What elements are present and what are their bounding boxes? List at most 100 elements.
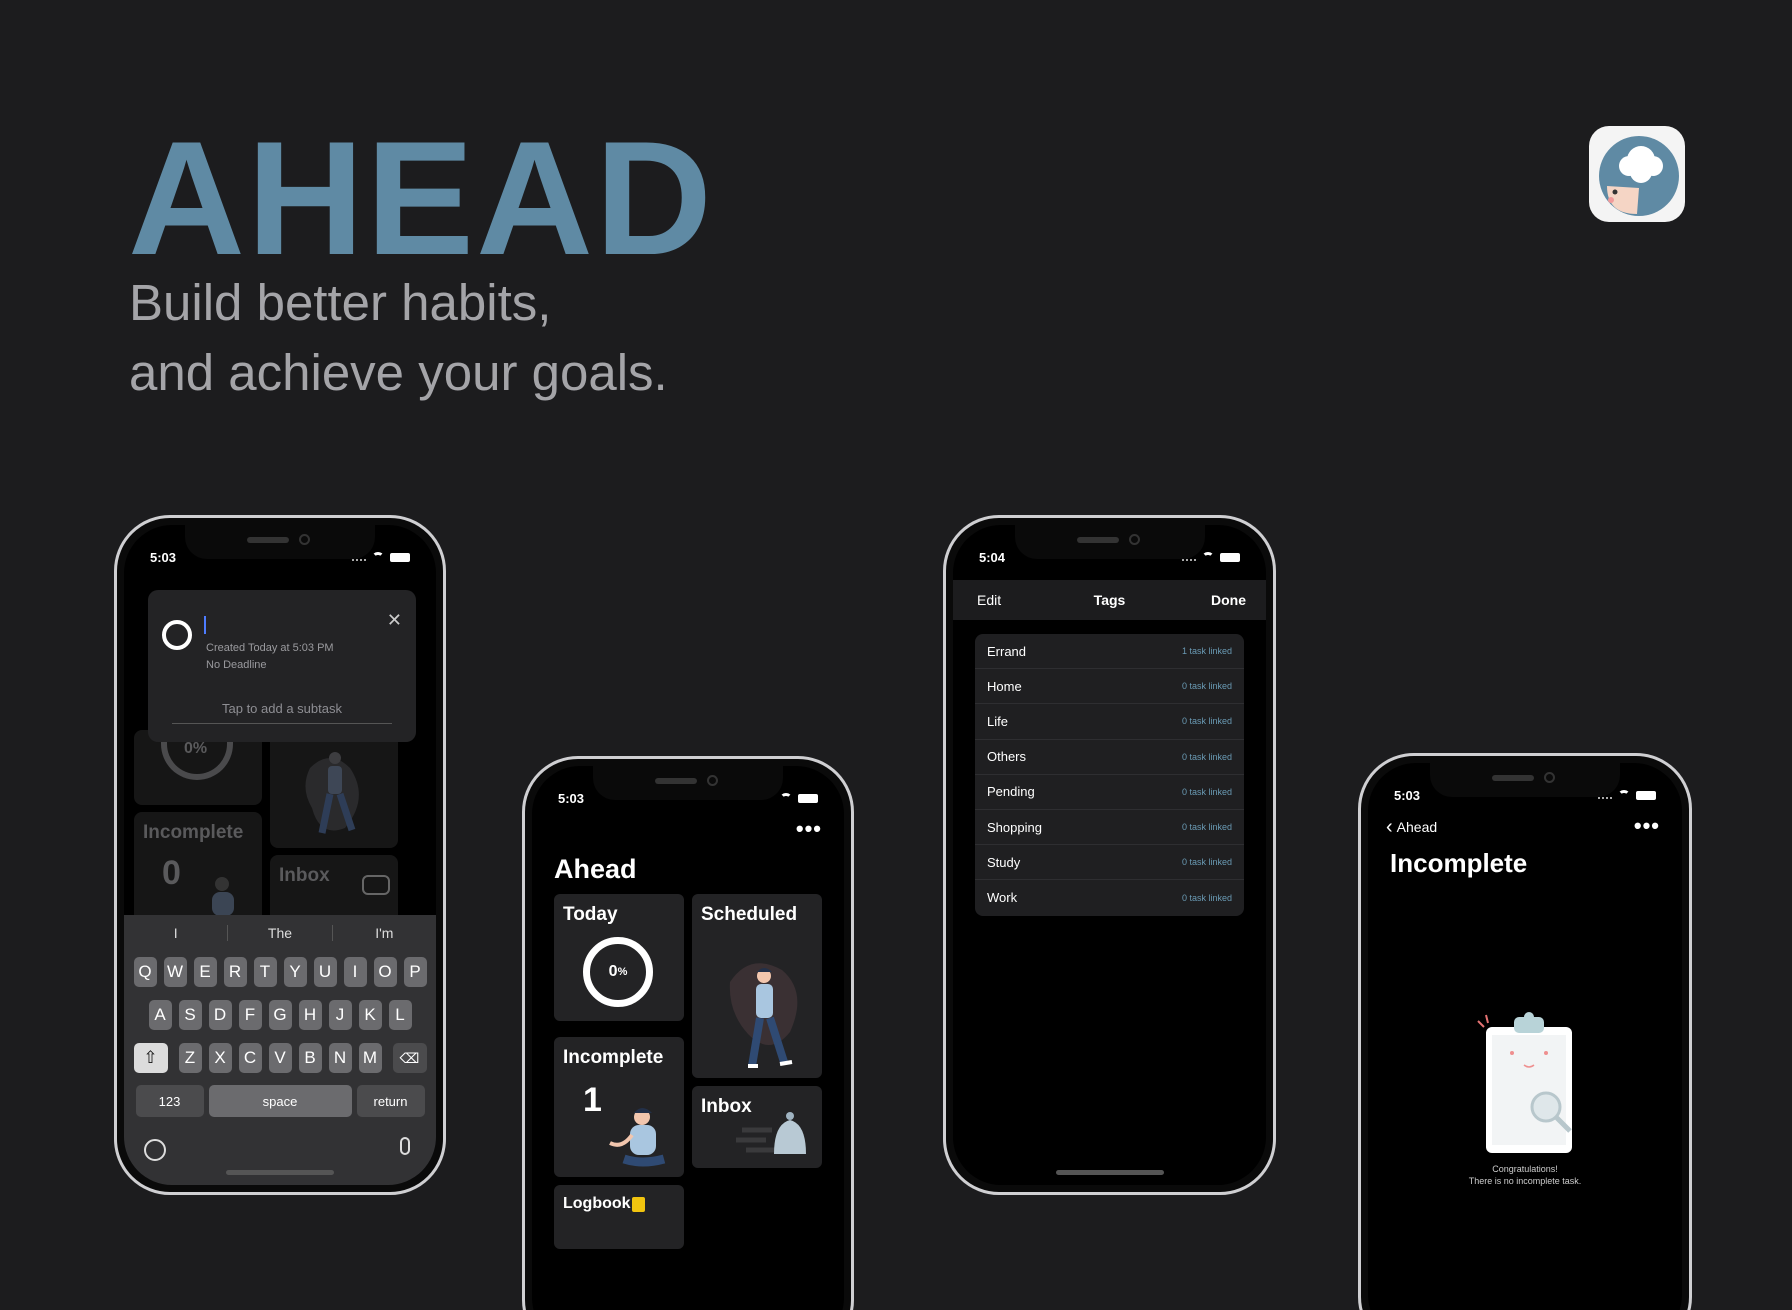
today-progress-ring: 0% [583,937,653,1007]
suggestion-1[interactable]: I [124,925,229,941]
logbook-card[interactable]: Logbook [554,1185,684,1249]
tagline-line-1: Build better habits, [129,274,552,331]
scheduled-card[interactable]: Scheduled [692,894,822,1078]
home-indicator [226,1170,334,1175]
key-j[interactable]: J [328,1000,352,1030]
status-time: 5:04 [979,550,1006,565]
battery-icon [390,552,410,562]
logbook-label: Logbook [563,1195,631,1212]
space-key[interactable]: space [208,1085,352,1117]
tag-row[interactable]: Study 0 task linked [975,845,1244,881]
key-s[interactable]: S [178,1000,202,1030]
phone-new-task: 5:03 0% Incomplete 0 Inbox ✕ Created Tod… [114,515,446,1195]
signal-icon [352,553,366,561]
key-x[interactable]: X [208,1043,232,1073]
key-e[interactable]: E [193,957,217,987]
back-button[interactable]: ‹ Ahead [1386,817,1437,837]
key-k[interactable]: K [358,1000,382,1030]
key-f[interactable]: F [238,1000,262,1030]
clipboard-magnifier-illustration [1477,1012,1572,1153]
signal-icon [1182,553,1196,561]
emoji-icon[interactable] [144,1139,166,1161]
key-g[interactable]: G [268,1000,292,1030]
shift-key[interactable]: ⇧ [133,1043,168,1073]
tag-row[interactable]: Work 0 task linked [975,880,1244,915]
empty-state-message: Congratulations! There is no incomplete … [1368,1163,1682,1187]
phone-dashboard: 5:03 ••• Ahead Today 0% Scheduled Incomp… [522,756,854,1310]
tag-name: Work [987,890,1018,906]
key-z[interactable]: Z [178,1043,202,1073]
task-deadline-text[interactable]: No Deadline [206,659,267,671]
key-t[interactable]: T [253,957,277,987]
tag-name: Study [987,854,1021,870]
phone-tags: 5:04 Edit Tags Done Errand 1 task linked H… [943,515,1276,1195]
walking-person-illustration [729,963,798,1068]
key-l[interactable]: L [388,1000,412,1030]
tag-name: Errand [987,643,1027,659]
tag-row[interactable]: Life 0 task linked [975,704,1244,740]
incomplete-card[interactable]: Incomplete 1 [554,1037,684,1177]
page-title: Incomplete [1390,848,1528,878]
chevron-left-icon: ‹ [1386,816,1393,838]
tag-row[interactable]: Others 0 task linked [975,740,1244,775]
return-key[interactable]: return [356,1085,425,1117]
incomplete-count: 1 [583,1081,602,1119]
tag-row[interactable]: Errand 1 task linked [975,634,1244,670]
phone-incomplete: 5:03 ‹ Ahead ••• Incomplete Congratulati… [1358,753,1692,1310]
edit-button[interactable]: Edit [977,592,1001,608]
tag-linked-count: 0 task linked [1181,751,1232,762]
key-h[interactable]: H [298,1000,322,1030]
today-label: Today [563,904,618,925]
key-b[interactable]: B [298,1043,322,1073]
battery-icon [1636,790,1656,800]
key-y[interactable]: Y [283,957,307,987]
microphone-icon[interactable] [400,1137,410,1155]
back-label: Ahead [1396,819,1438,835]
tag-linked-count: 0 task linked [1181,716,1232,727]
add-subtask-button[interactable]: Tap to add a subtask [148,701,416,716]
done-button[interactable]: Done [1211,592,1246,608]
key-p[interactable]: P [403,957,427,987]
tag-linked-count: 0 task linked [1181,786,1232,797]
key-w[interactable]: W [163,957,187,987]
sitting-person-illustration [609,1108,666,1167]
status-time: 5:03 [558,791,585,806]
tag-row[interactable]: Pending 0 task linked [975,775,1244,810]
numbers-key[interactable]: 123 [135,1085,204,1117]
close-icon[interactable]: ✕ [387,610,402,631]
key-q[interactable]: Q [133,957,157,987]
tag-linked-count: 0 task linked [1181,681,1232,692]
key-r[interactable]: R [223,957,247,987]
task-complete-checkbox[interactable] [162,620,192,650]
suggestion-3[interactable]: I'm [333,925,436,941]
suggestion-2[interactable]: The [228,925,333,941]
status-bar: 5:03 [1368,788,1682,806]
phone-screen: 5:04 Edit Tags Done Errand 1 task linked H… [953,525,1266,1185]
today-card[interactable]: Today 0% [554,894,684,1021]
key-d[interactable]: D [208,1000,232,1030]
key-n[interactable]: N [328,1043,352,1073]
more-options-icon[interactable]: ••• [796,818,822,840]
signal-icon [1598,791,1612,799]
key-u[interactable]: U [313,957,337,987]
keyboard-suggestions: I The I'm [124,915,436,951]
more-options-icon[interactable]: ••• [1634,815,1660,837]
tag-row[interactable]: Shopping 0 task linked [975,810,1244,846]
tag-row[interactable]: Home 0 task linked [975,669,1244,705]
inbox-card[interactable]: Inbox [692,1086,822,1168]
phone-screen: 5:03 0% Incomplete 0 Inbox ✕ Created Tod… [124,525,436,1185]
key-m[interactable]: M [358,1043,382,1073]
key-o[interactable]: O [373,957,397,987]
tag-name: Pending [987,784,1035,800]
key-a[interactable]: A [148,1000,172,1030]
backspace-key[interactable]: ⌫ [392,1043,427,1073]
wifi-icon [1618,790,1630,800]
task-title-input[interactable] [204,616,206,634]
key-v[interactable]: V [268,1043,292,1073]
key-i[interactable]: I [343,957,367,987]
incomplete-count-dimmed: 0 [162,854,181,892]
tag-name: Home [987,678,1022,694]
keyboard-dismiss-icon[interactable] [362,875,390,895]
key-c[interactable]: C [238,1043,262,1073]
battery-icon [1220,552,1240,562]
